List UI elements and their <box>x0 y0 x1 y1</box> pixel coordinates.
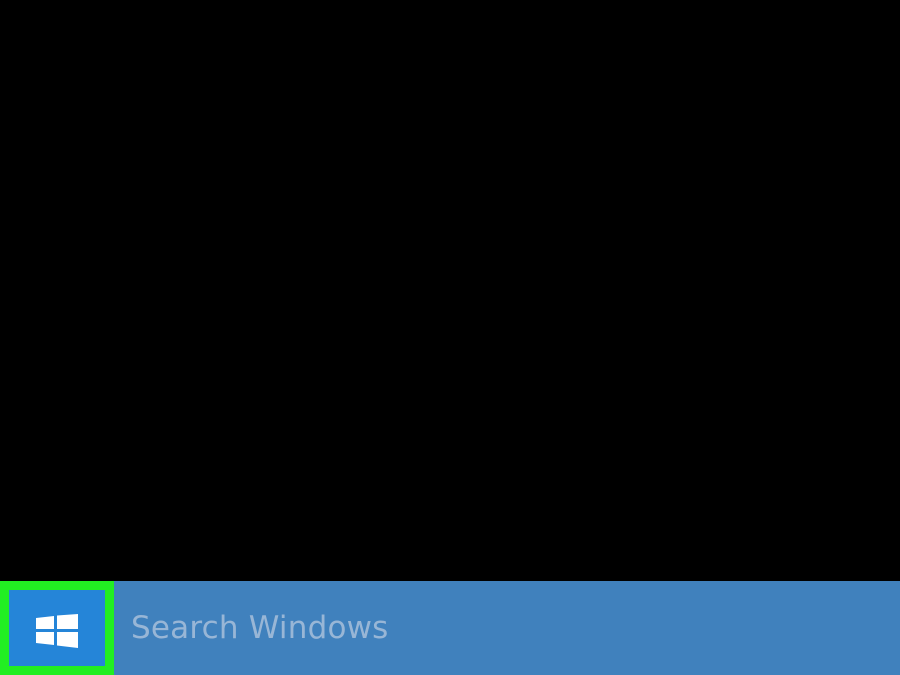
screen: Search Windows <box>0 0 900 675</box>
desktop-area <box>0 0 900 581</box>
taskbar: Search Windows <box>0 581 900 675</box>
windows-logo-icon <box>36 614 78 648</box>
search-placeholder-text: Search Windows <box>131 610 389 646</box>
search-windows-box[interactable]: Search Windows <box>114 581 900 675</box>
start-button[interactable] <box>0 581 114 675</box>
